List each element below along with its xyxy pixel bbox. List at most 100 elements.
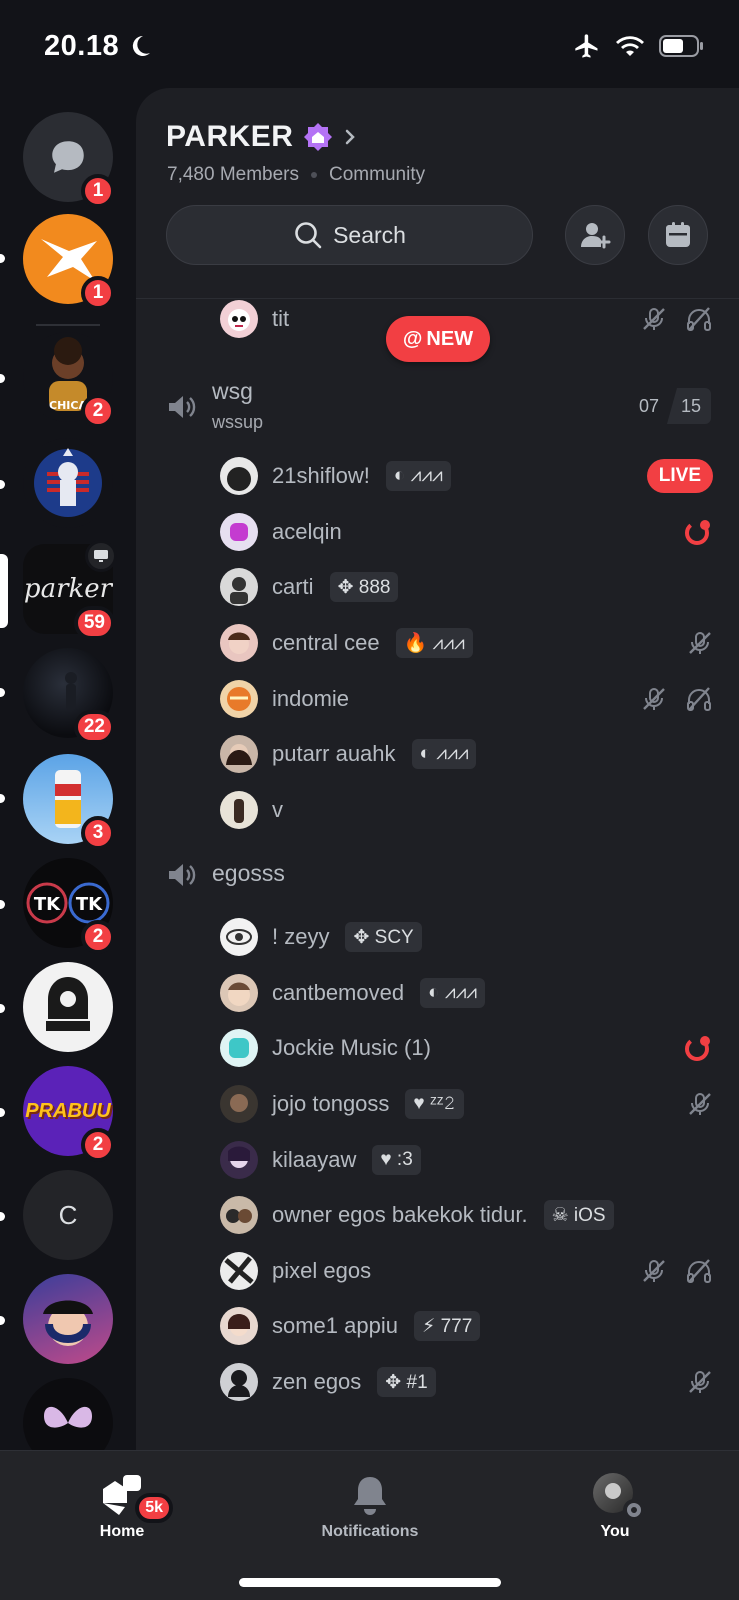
clan-tag: 🔥 ⩘⩘⩘ — [395, 628, 473, 658]
at-icon: @ — [402, 327, 423, 350]
tab-notifications[interactable]: Notifications — [300, 1473, 440, 1541]
svg-text:TK: TK — [76, 894, 103, 915]
unread-pip — [0, 1004, 5, 1013]
clan-tag: ☠ iOS — [543, 1200, 614, 1230]
new-mentions-pill[interactable]: @ NEW — [386, 316, 490, 362]
user-limit-counter: 07 15 — [631, 388, 711, 424]
rail-divider — [36, 324, 100, 326]
voice-channel-wsg[interactable]: wsg wssup 07 15 — [136, 370, 739, 440]
voice-member-row[interactable]: zen egos ✥ #1 — [136, 1357, 739, 1407]
speaker-icon — [169, 864, 196, 886]
unread-pip — [0, 1316, 5, 1325]
clan-tag: ✥ #1 — [377, 1367, 436, 1397]
voice-member-row[interactable]: cantbemoved ◐ ⩘⩘⩘ — [136, 968, 739, 1018]
server-icon-syndicate[interactable] — [23, 962, 113, 1052]
server-badge: 22 — [73, 710, 115, 744]
server-icon-tk[interactable]: TK TK 2 — [23, 858, 115, 954]
guild-type: Community — [329, 164, 426, 185]
unread-pip — [0, 688, 5, 697]
voice-member-row[interactable]: ! zeyy ✥ SCY — [136, 912, 739, 962]
monitor-icon — [94, 550, 108, 562]
server-icon-c[interactable]: C — [23, 1170, 113, 1260]
status-icons — [573, 32, 705, 60]
voice-member-row[interactable]: indomie — [136, 674, 739, 724]
voice-member-row[interactable]: jojo tongoss ♥ ᶻᶻ𝟸 — [136, 1079, 739, 1129]
add-user-icon — [581, 223, 611, 249]
voice-member-row[interactable]: v — [136, 785, 739, 835]
direct-messages-button[interactable]: 1 — [23, 112, 115, 208]
tab-notifications-label: Notifications — [321, 1523, 419, 1540]
limit-count: 15 — [666, 388, 711, 424]
server-icon-liberty[interactable] — [23, 438, 113, 528]
voice-member-row[interactable]: owner egos bakekok tidur. ☠ iOS — [136, 1190, 739, 1240]
search-icon — [295, 222, 322, 249]
muted-mic-icon — [689, 1371, 711, 1393]
wifi-icon — [616, 36, 644, 56]
username: zen egos — [272, 1369, 362, 1394]
username: carti — [272, 574, 314, 599]
voice-member-row[interactable]: 21shiflow! ◐ ⩘⩘⩘ LIVE — [136, 451, 739, 501]
server-badge: 59 — [73, 606, 115, 640]
server-logo-text: parker — [23, 574, 113, 604]
activity-icon — [685, 1036, 710, 1061]
user-avatar — [220, 300, 258, 338]
voice-member-row[interactable]: kilaayaw ♥ :3 — [136, 1135, 739, 1185]
server-icon-piwo[interactable]: 3 — [23, 754, 115, 850]
chevron-right-icon — [346, 129, 356, 145]
voice-member-row[interactable]: carti ✥ 888 — [136, 562, 739, 612]
tab-home-label: Home — [99, 1523, 145, 1540]
server-icon-fox[interactable]: 1 — [23, 214, 115, 310]
clan-tag: ◐ ⩘⩘⩘ — [420, 978, 485, 1008]
boost-badge-icon — [304, 123, 333, 151]
username: acelqin — [272, 519, 342, 544]
username: owner egos bakekok tidur. — [272, 1202, 528, 1227]
server-icon-dark[interactable]: 22 — [23, 648, 115, 744]
muted-mic-icon — [643, 1260, 665, 1282]
events-button[interactable] — [648, 205, 708, 265]
username: 21shiflow! — [272, 463, 370, 488]
tab-you[interactable]: You — [545, 1473, 685, 1541]
voice-member-row[interactable]: putarr auahk ◐ ⩘⩘⩘ — [136, 729, 739, 779]
guild-name: PARKER — [166, 120, 294, 153]
butterfly-icon — [44, 1406, 92, 1428]
muted-mic-icon — [689, 1093, 711, 1115]
username: pixel egos — [272, 1258, 372, 1283]
voice-member-row[interactable]: acelqin — [136, 507, 739, 557]
unread-pip — [0, 374, 5, 383]
new-pill-label: NEW — [426, 327, 474, 350]
bell-icon — [354, 1477, 386, 1515]
username: cantbemoved — [272, 980, 405, 1005]
server-badge: 2 — [81, 1128, 115, 1162]
airplane-icon — [575, 34, 598, 58]
server-icon-parker[interactable]: parker 59 — [23, 540, 117, 640]
search-button[interactable]: Search — [166, 205, 533, 265]
separator-dot — [311, 172, 318, 178]
voice-member-row[interactable]: pixel egos — [136, 1246, 739, 1296]
statue-emblem-icon — [34, 448, 102, 517]
deafened-icon — [687, 1259, 711, 1283]
unread-pip — [0, 1212, 5, 1221]
voice-member-row[interactable]: some1 appiu ⚡ 777 — [136, 1301, 739, 1351]
calendar-icon — [666, 222, 690, 247]
invite-members-button[interactable] — [565, 205, 625, 265]
voice-member-row[interactable]: central cee 🔥 ⩘⩘⩘ — [136, 618, 739, 668]
unread-pip — [0, 794, 5, 803]
status-time: 20.18 — [44, 30, 120, 62]
server-badge: 1 — [81, 276, 115, 310]
home-indicator[interactable] — [239, 1578, 501, 1587]
tab-home[interactable]: 5k Home — [52, 1473, 192, 1541]
home-badge: 5k — [135, 1493, 173, 1523]
username: indomie — [272, 686, 350, 711]
anime-avatar-icon — [43, 1300, 93, 1346]
status-idle-indicator — [623, 1499, 645, 1521]
clan-tag: ⚡ 777 — [413, 1311, 481, 1341]
server-icon-chica[interactable]: CHICA 2 — [23, 332, 115, 428]
voice-member-row[interactable]: Jockie Music (1) — [136, 1023, 739, 1073]
username: putarr auahk — [272, 741, 396, 766]
voice-channel-egosss[interactable]: egosss — [136, 850, 739, 900]
server-icon-prabuu[interactable]: PRABUU 2 — [23, 1066, 115, 1162]
server-icon-butterfly[interactable] — [23, 1378, 113, 1450]
guild-header[interactable]: PARKER — [166, 120, 357, 154]
server-icon-anime[interactable] — [23, 1274, 113, 1364]
server-logo-text: PRABUU — [25, 1099, 111, 1122]
